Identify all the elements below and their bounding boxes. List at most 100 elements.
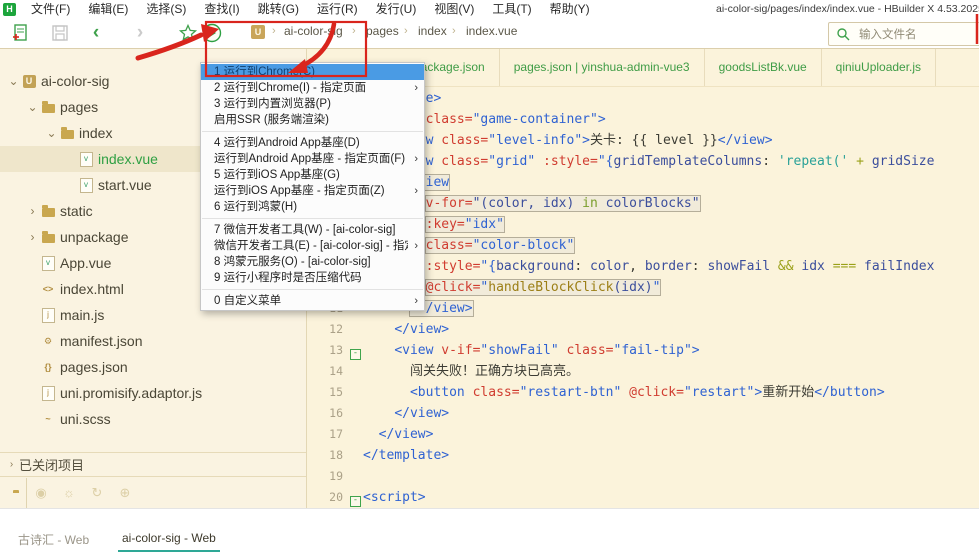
file-search-input[interactable]: 输入文件名: [828, 22, 979, 46]
tree-item-manifest-json[interactable]: ⚙manifest.json: [0, 328, 306, 354]
run-menu-item[interactable]: 5 运行到iOS App基座(G): [201, 167, 424, 183]
breadcrumb-project-icon: U: [251, 25, 265, 39]
run-menu-item[interactable]: 9 运行小程序时是否压缩代码: [201, 270, 424, 286]
closed-projects-section[interactable]: › 已关闭项目: [0, 452, 306, 476]
menu-v[interactable]: 视图(V): [425, 0, 483, 18]
run-menu-item[interactable]: 微信开发者工具(E) - [ai-color-sig] - 指定页面›: [201, 238, 424, 254]
run-menu-item[interactable]: 8 鸿蒙元服务(O) - [ai-color-sig]: [201, 254, 424, 270]
hbuilderx-window: H 文件(F)编辑(E)选择(S)查找(I)跳转(G)运行(R)发行(U)视图(…: [0, 0, 979, 559]
refresh-icon[interactable]: ↻: [83, 485, 111, 501]
breadcrumb-index[interactable]: index: [418, 24, 447, 38]
tree-item-label: index: [79, 125, 112, 141]
code-line: 13- <view v-if="showFail" class="fail-ti…: [307, 338, 979, 359]
vue-file-icon: v: [78, 178, 94, 193]
run-menu-item[interactable]: 4 运行到Android App基座(D): [201, 135, 424, 151]
code-text: <view v-if="showFail" class="fail-tip">: [363, 343, 700, 358]
forward-button[interactable]: ›: [128, 21, 152, 45]
editor-tab-qiniuuploader-js[interactable]: qiniuUploader.js: [822, 48, 936, 86]
debug-icon[interactable]: ☼: [55, 485, 83, 500]
menu-f[interactable]: 文件(F): [22, 0, 79, 18]
back-button[interactable]: ‹: [84, 21, 108, 45]
menu-u[interactable]: 发行(U): [367, 0, 426, 18]
line-number: 16: [307, 403, 348, 424]
run-menu-item-label: 7 微信开发者工具(W) - [ai-color-sig]: [214, 222, 418, 238]
code-line: 20-<script>: [307, 485, 979, 506]
code-line: 16 </view>: [307, 401, 979, 422]
save-icon: [51, 24, 69, 42]
chevron-right-icon[interactable]: ›: [25, 204, 40, 218]
run-menu-item-label: 2 运行到Chrome(I) - 指定页面: [214, 80, 408, 96]
run-menu-item-label: 运行到iOS App基座 - 指定页面(Z): [214, 183, 408, 199]
run-menu-item[interactable]: 运行到Android App基座 - 指定页面(F)›: [201, 151, 424, 167]
run-menu-item[interactable]: 2 运行到Chrome(I) - 指定页面›: [201, 80, 424, 96]
run-menu-item-label: 微信开发者工具(E) - [ai-color-sig] - 指定页面: [214, 238, 408, 254]
star-icon: [178, 23, 198, 43]
menu-y[interactable]: 帮助(Y): [541, 0, 599, 18]
globe-icon[interactable]: ⊕: [111, 485, 139, 501]
tree-item-uni-scss[interactable]: ~ uni.scss: [0, 406, 306, 432]
folder-icon: [40, 232, 56, 243]
run-menu-item-label: 启用SSR (服务端渲染): [214, 112, 418, 128]
new-file-button[interactable]: [8, 21, 32, 45]
menu-r[interactable]: 运行(R): [308, 0, 367, 18]
editor-tab-label: pages.json | yinshua-admin-vue3: [514, 60, 690, 74]
fold-toggle-icon[interactable]: -: [348, 339, 363, 360]
code-text: <script>: [363, 490, 426, 505]
editor-tab-pages-json[interactable]: pages.json | yinshua-admin-vue3: [500, 48, 705, 86]
save-button[interactable]: [48, 21, 72, 45]
tree-item-label: unpackage: [60, 229, 129, 245]
tree-item-label: uni.scss: [60, 411, 111, 427]
menu-e[interactable]: 编辑(E): [79, 0, 137, 18]
run-menu-item[interactable]: 运行到iOS App基座 - 指定页面(Z)›: [201, 183, 424, 199]
window-tab-ai-color-sig[interactable]: ai-color-sig - Web: [122, 531, 216, 545]
chevron-down-icon[interactable]: ⌄: [25, 100, 40, 114]
explorer-tab-button[interactable]: [0, 478, 27, 508]
line-number: 13: [307, 340, 348, 361]
run-menu-item-label: 8 鸿蒙元服务(O) - [ai-color-sig]: [214, 254, 418, 270]
active-tab-underline: [118, 550, 220, 552]
tree-item-uni-promisify-adaptor-js[interactable]: juni.promisify.adaptor.js: [0, 380, 306, 406]
code-text: </view>: [363, 427, 433, 442]
run-button[interactable]: [200, 21, 224, 45]
tree-item-pages-json[interactable]: {}pages.json: [0, 354, 306, 380]
menu-g[interactable]: 跳转(G): [249, 0, 308, 18]
breadcrumb-pages[interactable]: pages: [366, 24, 399, 38]
scope-highlight: :key="idx": [426, 217, 504, 232]
code-line: 14 闯关失败！正确方块已高亮。: [307, 359, 979, 380]
tree-item-label: main.js: [60, 307, 104, 323]
run-menu-item[interactable]: 启用SSR (服务端渲染): [201, 112, 424, 128]
submenu-chevron-icon: ›: [408, 80, 418, 96]
run-menu-item[interactable]: 7 微信开发者工具(W) - [ai-color-sig]: [201, 222, 424, 238]
run-menu-item[interactable]: 1 运行到Chrome(C): [201, 64, 424, 80]
run-menu-item[interactable]: 3 运行到内置浏览器(P): [201, 96, 424, 112]
menu-s[interactable]: 选择(S): [137, 0, 195, 18]
menu-t[interactable]: 工具(T): [483, 0, 540, 18]
bookmark-button[interactable]: [176, 21, 200, 45]
menu-i[interactable]: 查找(I): [195, 0, 248, 18]
menu-separator: [202, 131, 423, 132]
fold-toggle-icon[interactable]: -: [348, 486, 363, 507]
code-line: 12 </view>: [307, 317, 979, 338]
code-text: </view>: [363, 406, 449, 421]
binoculars-icon[interactable]: ◉: [27, 485, 55, 501]
breadcrumb-project[interactable]: ai-color-sig: [284, 24, 343, 38]
js-file-icon: j: [40, 386, 56, 401]
folder-icon: [40, 102, 56, 113]
run-menu-item-label: 3 运行到内置浏览器(P): [214, 96, 418, 112]
breadcrumb-file[interactable]: index.vue: [466, 24, 517, 38]
tree-item-label: pages: [60, 99, 98, 115]
window-tab-gushihui[interactable]: 古诗汇 - Web: [18, 531, 89, 548]
chevron-down-icon[interactable]: ⌄: [44, 126, 59, 140]
tree-item-label: pages.json: [60, 359, 128, 375]
breadcrumb-separator: ›: [272, 25, 276, 37]
editor-tab-goodslistbk-vue[interactable]: goodsListBk.vue: [705, 48, 822, 86]
window-title: ai-color-sig/pages/index/index.vue - HBu…: [716, 0, 979, 18]
chevron-down-icon[interactable]: ⌄: [6, 74, 21, 88]
scope-highlight: v-for="(color, idx) in colorBlocks": [426, 196, 700, 211]
run-menu-item[interactable]: 0 自定义菜单›: [201, 293, 424, 309]
scope-highlight: class="color-block": [426, 238, 575, 253]
chevron-right-icon[interactable]: ›: [25, 230, 40, 244]
scss-file-icon: ~: [40, 414, 56, 424]
toolbar: ‹ › U › ai-color-sig › pages › index › i…: [0, 18, 979, 49]
run-menu-item[interactable]: 6 运行到鸿蒙(H): [201, 199, 424, 215]
